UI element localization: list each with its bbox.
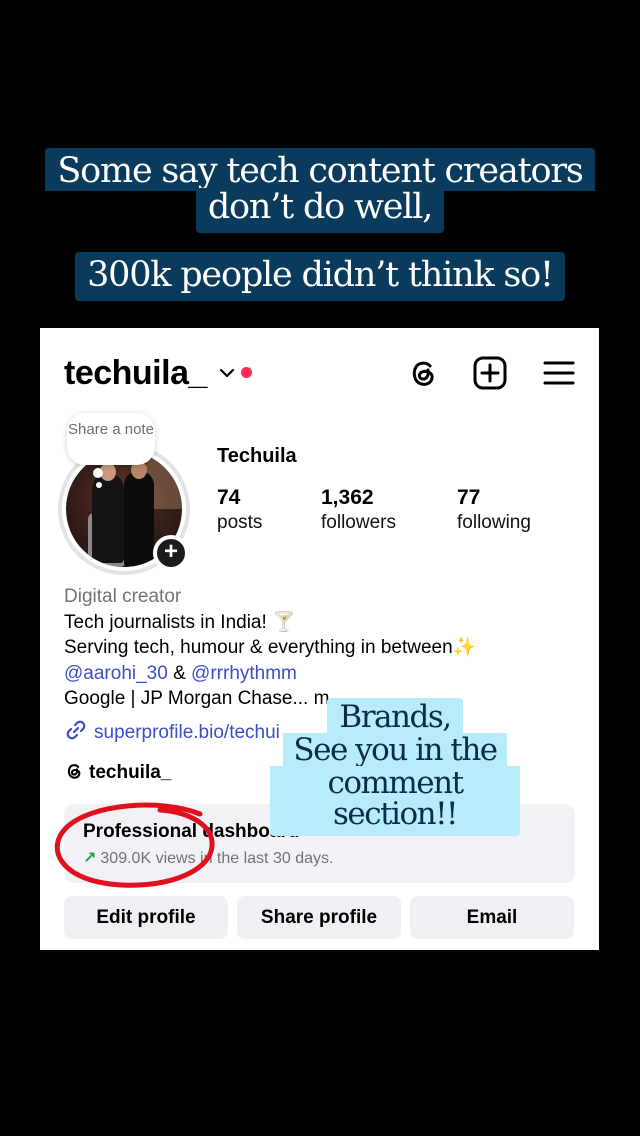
caption-line-3: 300k people didn’t think so!: [0, 252, 640, 301]
bio-line-2: Serving tech, humour & everything in bet…: [64, 637, 477, 658]
stat-following-label: following: [457, 512, 531, 533]
dashboard-subtitle: ↗ 309.0K views in the last 30 days.: [83, 848, 333, 868]
new-post-icon[interactable]: [473, 356, 507, 390]
trend-up-icon: ↗: [83, 850, 97, 867]
chevron-down-icon[interactable]: [218, 366, 236, 380]
overlay-caption-line-1: Brands,: [270, 698, 520, 735]
note-bubble-tail: [93, 468, 103, 478]
threads-badge[interactable]: techuila_: [64, 761, 171, 784]
mention-link-aarohi[interactable]: @aarohi_30: [64, 663, 168, 684]
note-bubble-tail-small: [96, 482, 102, 488]
mention-separator: &: [167, 662, 192, 684]
share-note-bubble[interactable]: Share a note: [67, 413, 155, 465]
stat-following[interactable]: 77 following: [457, 485, 531, 535]
profile-top-bar: techuila_: [40, 348, 599, 398]
avatar-person-2: [124, 471, 154, 567]
bio-link[interactable]: superprofile.bio/techui: [64, 718, 280, 744]
stat-followers-value: 1,362: [321, 486, 374, 509]
stat-followers[interactable]: 1,362 followers: [321, 485, 396, 535]
profile-screenshot: techuila_ + Share a note Techuila 74 pos…: [40, 328, 599, 950]
edit-profile-button[interactable]: Edit profile: [64, 896, 228, 939]
profile-bio: Digital creator Tech journalists in Indi…: [64, 584, 584, 712]
dashboard-title: Professional dashboard: [83, 821, 300, 842]
bio-line-1: Tech journalists in India! 🍸: [64, 611, 296, 633]
caption-line-2: don’t do well,: [0, 188, 640, 233]
dashboard-views-text: 309.0K views in the last 30 days.: [100, 850, 334, 867]
display-name: Techuila: [217, 445, 297, 467]
stat-posts[interactable]: 74 posts: [217, 485, 262, 535]
stat-following-value: 77: [457, 486, 481, 509]
share-profile-button[interactable]: Share profile: [237, 896, 401, 939]
notification-dot: [241, 367, 252, 378]
threads-handle: techuila_: [89, 762, 172, 783]
add-story-plus-icon[interactable]: +: [153, 535, 189, 571]
stat-posts-value: 74: [217, 486, 241, 509]
overlay-caption-line-2: See you in the: [270, 733, 520, 768]
email-button[interactable]: Email: [410, 896, 574, 939]
overlay-caption-line-3: comment section!!: [270, 766, 520, 836]
threads-small-icon: [67, 764, 81, 779]
caption-line-1: Some say tech content creators: [0, 148, 640, 191]
menu-icon[interactable]: [542, 356, 576, 390]
threads-icon[interactable]: [406, 356, 440, 390]
bio-category: Digital creator: [64, 586, 182, 607]
mention-link-rrrhythmm[interactable]: @rrrhythmm: [191, 663, 297, 684]
username-switcher[interactable]: techuila_: [64, 354, 207, 393]
bio-mentions: @aarohi_30 & @rrrhythmm: [64, 661, 584, 687]
stat-posts-label: posts: [217, 512, 263, 533]
link-icon: [66, 720, 86, 740]
bio-link-text: superprofile.bio/techui: [94, 722, 280, 743]
stat-followers-label: followers: [321, 512, 396, 533]
